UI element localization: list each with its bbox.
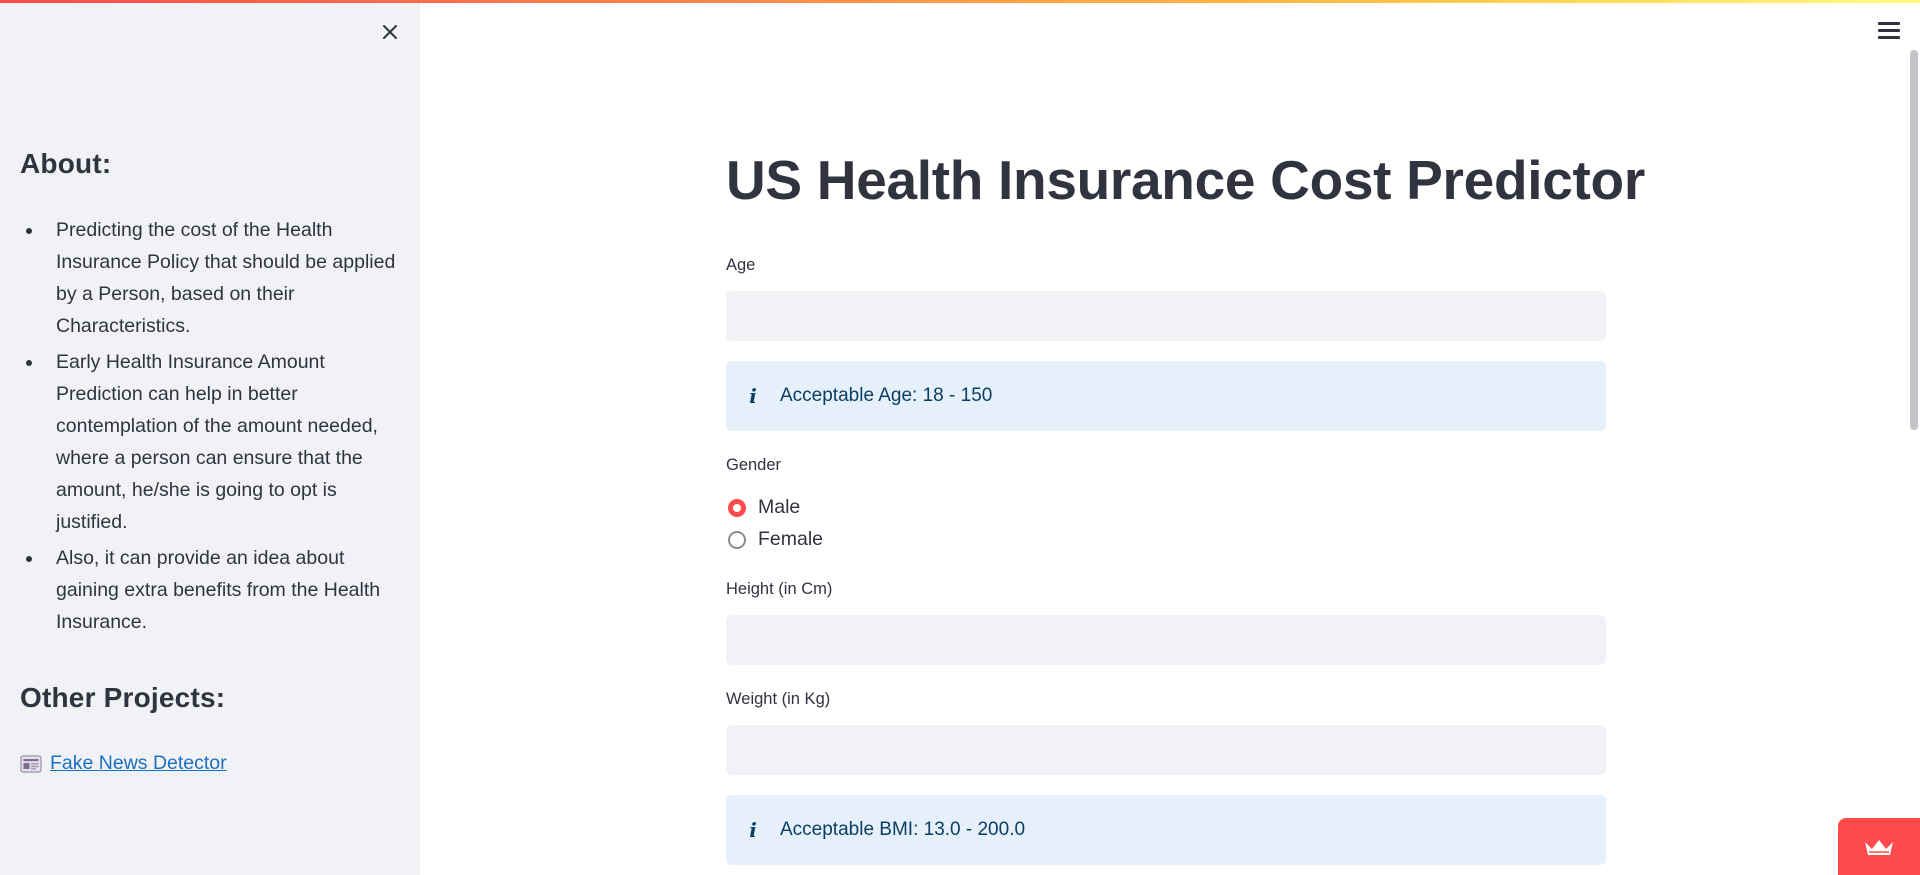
height-label: Height (in Cm) bbox=[726, 580, 833, 598]
radio-selected-icon bbox=[728, 498, 746, 517]
info-icon: i bbox=[749, 818, 757, 842]
sidebar-content: About: Predicting the cost of the Health… bbox=[20, 148, 402, 775]
project-link-row: Fake News Detector bbox=[20, 752, 402, 775]
streamlit-crown-icon bbox=[1865, 839, 1893, 855]
height-input[interactable] bbox=[726, 615, 1606, 665]
fake-news-detector-link[interactable]: Fake News Detector bbox=[50, 752, 227, 775]
sidebar-close-button[interactable] bbox=[378, 20, 402, 44]
about-list: Predicting the cost of the Health Insura… bbox=[20, 214, 402, 638]
hamburger-menu-icon[interactable] bbox=[1878, 22, 1900, 40]
age-info-alert: i Acceptable Age: 18 - 150 bbox=[726, 361, 1606, 431]
streamlit-badge-button[interactable] bbox=[1838, 818, 1920, 875]
weight-input[interactable] bbox=[726, 725, 1606, 775]
gender-radio-female[interactable]: Female bbox=[728, 528, 823, 551]
radio-unselected-icon bbox=[728, 530, 746, 549]
gender-radio-male[interactable]: Male bbox=[728, 496, 800, 519]
scrollbar-thumb[interactable] bbox=[1910, 50, 1918, 430]
page-title: US Health Insurance Cost Predictor bbox=[726, 149, 1645, 211]
age-input[interactable] bbox=[726, 291, 1606, 341]
about-list-item: Early Health Insurance Amount Prediction… bbox=[26, 346, 402, 538]
top-decoration-bar bbox=[0, 0, 1920, 3]
about-heading: About: bbox=[20, 148, 112, 179]
weight-label: Weight (in Kg) bbox=[726, 690, 831, 708]
newspaper-icon bbox=[20, 754, 42, 773]
about-list-item: Also, it can provide an idea about gaini… bbox=[26, 542, 402, 638]
about-list-item: Predicting the cost of the Health Insura… bbox=[26, 214, 402, 342]
close-icon bbox=[383, 25, 397, 39]
age-label: Age bbox=[726, 256, 756, 274]
age-info-text: Acceptable Age: 18 - 150 bbox=[780, 385, 993, 406]
radio-label: Female bbox=[758, 528, 824, 550]
sidebar: About: Predicting the cost of the Health… bbox=[0, 0, 420, 875]
info-icon: i bbox=[749, 384, 757, 408]
bmi-info-alert: i Acceptable BMI: 13.0 - 200.0 bbox=[726, 795, 1606, 865]
gender-label: Gender bbox=[726, 456, 782, 474]
bmi-info-text: Acceptable BMI: 13.0 - 200.0 bbox=[780, 819, 1026, 840]
radio-label: Male bbox=[758, 496, 801, 518]
other-projects-heading: Other Projects: bbox=[20, 682, 226, 713]
